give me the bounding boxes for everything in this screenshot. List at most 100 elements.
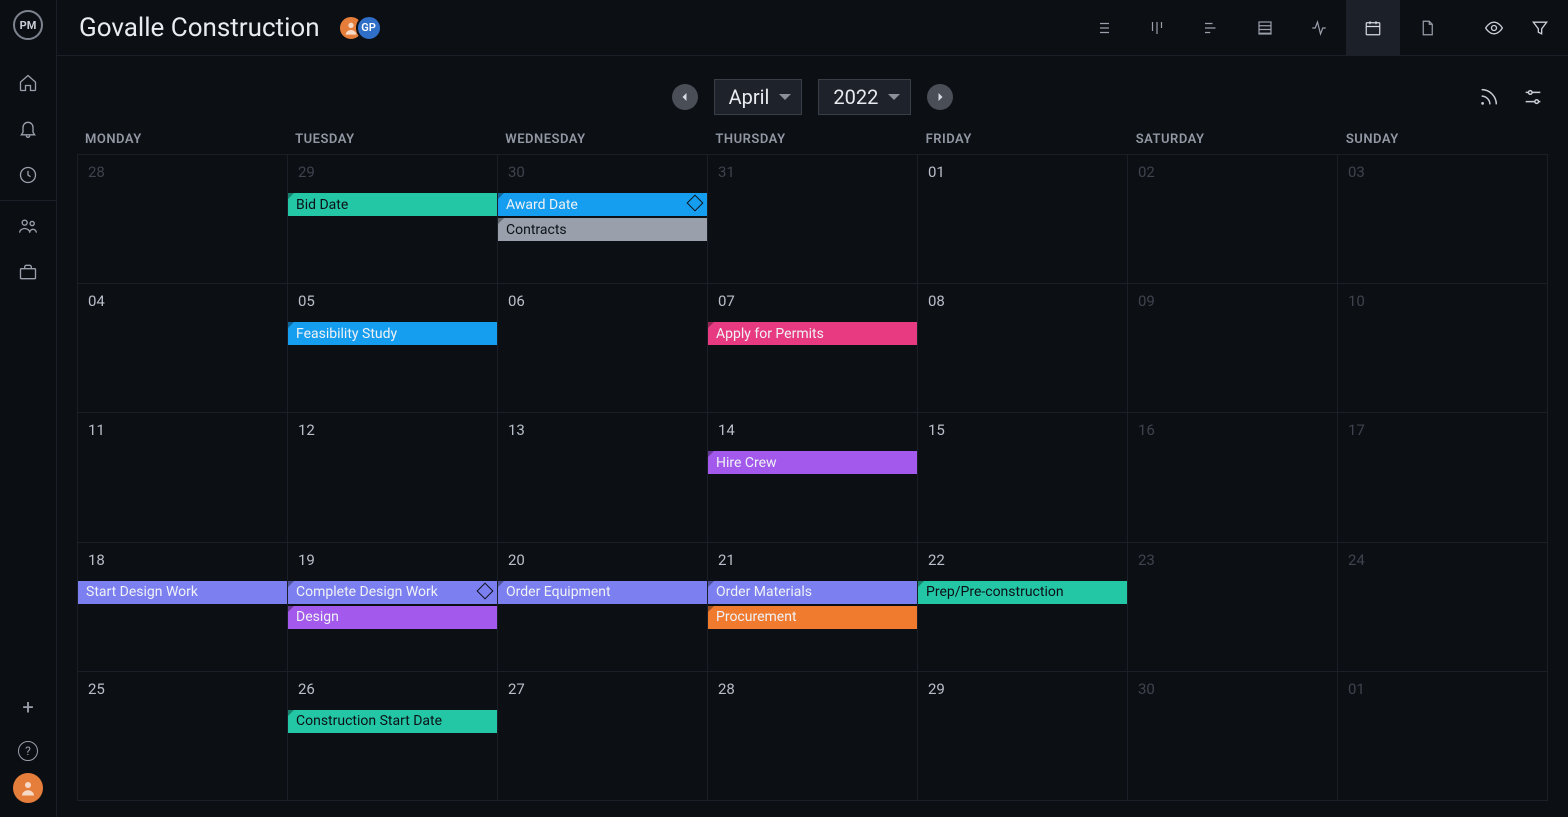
prev-month-button[interactable]	[672, 84, 698, 110]
list-view-tab[interactable]	[1076, 0, 1130, 56]
calendar-cell[interactable]: 08	[918, 284, 1128, 413]
calendar: MONDAYTUESDAYWEDNESDAYTHURSDAYFRIDAYSATU…	[57, 124, 1568, 817]
calendar-cell[interactable]: 01	[1338, 672, 1548, 801]
calendar-event[interactable]: Prep/Pre-construction	[918, 581, 1127, 604]
day-number: 28	[88, 163, 105, 181]
help-icon[interactable]: ?	[18, 741, 38, 761]
day-number: 01	[928, 163, 945, 181]
calendar-event[interactable]: Feasibility Study	[288, 322, 497, 345]
calendar-event[interactable]: Design	[288, 606, 497, 629]
calendar-cell[interactable]: 18 Start Design Work	[78, 543, 288, 672]
calendar-cell[interactable]: 31	[708, 155, 918, 284]
calendar-event[interactable]: Contracts	[498, 218, 707, 241]
sheet-view-tab[interactable]	[1238, 0, 1292, 56]
day-number: 01	[1348, 680, 1365, 698]
board-view-tab[interactable]	[1130, 0, 1184, 56]
calendar-cell[interactable]: 19Complete Design WorkDesign	[288, 543, 498, 672]
calendar-cell[interactable]: 28	[708, 672, 918, 801]
day-header: TUESDAY	[287, 132, 497, 147]
calendar-event[interactable]: Complete Design Work	[288, 581, 497, 604]
calendar-cell[interactable]: 11	[78, 413, 288, 542]
next-month-button[interactable]	[927, 84, 953, 110]
day-number: 05	[298, 292, 315, 310]
calendar-cell[interactable]: 04	[78, 284, 288, 413]
calendar-cell[interactable]: 15	[918, 413, 1128, 542]
calendar-cell[interactable]: 22Prep/Pre-construction	[918, 543, 1128, 672]
year-select[interactable]: 2022	[818, 79, 911, 115]
day-number: 28	[718, 680, 735, 698]
calendar-cell[interactable]: 09	[1128, 284, 1338, 413]
day-number: 09	[1138, 292, 1155, 310]
calendar-cell[interactable]: 10	[1338, 284, 1548, 413]
briefcase-icon[interactable]	[8, 249, 48, 295]
feed-icon[interactable]	[1478, 86, 1500, 108]
app-logo[interactable]: PM	[13, 10, 43, 40]
milestone-icon	[477, 582, 494, 599]
gantt-view-tab[interactable]	[1184, 0, 1238, 56]
day-number: 20	[508, 551, 525, 569]
calendar-cell[interactable]: 27	[498, 672, 708, 801]
settings-sliders-icon[interactable]	[1522, 86, 1544, 108]
calendar-controls: April 2022	[57, 70, 1568, 124]
people-icon[interactable]	[8, 203, 48, 249]
day-number: 12	[298, 421, 315, 439]
calendar-event[interactable]: Bid Date	[288, 193, 497, 216]
day-number: 18	[88, 551, 105, 569]
day-number: 06	[508, 292, 525, 310]
calendar-cell[interactable]: 21Order MaterialsProcurement	[708, 543, 918, 672]
calendar-cell[interactable]: 05 Feasibility Study	[288, 284, 498, 413]
calendar-cell[interactable]: 28	[78, 155, 288, 284]
calendar-view-tab[interactable]	[1346, 0, 1400, 56]
event-label: Procurement	[716, 609, 797, 625]
activity-view-tab[interactable]	[1292, 0, 1346, 56]
calendar-cell[interactable]: 02	[1128, 155, 1338, 284]
calendar-cell[interactable]: 17	[1338, 413, 1548, 542]
calendar-cell[interactable]: 03	[1338, 155, 1548, 284]
calendar-event[interactable]: Order Materials	[708, 581, 917, 604]
clock-icon[interactable]	[8, 152, 48, 198]
filter-icon[interactable]	[1530, 18, 1550, 38]
calendar-cell[interactable]: 07 Apply for Permits	[708, 284, 918, 413]
day-number: 07	[718, 292, 735, 310]
calendar-event[interactable]: Hire Crew	[708, 451, 917, 474]
calendar-event[interactable]: Procurement	[708, 606, 917, 629]
calendar-cell[interactable]: 30	[1128, 672, 1338, 801]
day-number: 14	[718, 421, 735, 439]
home-icon[interactable]	[8, 60, 48, 106]
calendar-event[interactable]: Start Design Work	[78, 581, 287, 604]
milestone-icon	[687, 195, 704, 212]
calendar-cell[interactable]: 20 Order Equipment	[498, 543, 708, 672]
files-view-tab[interactable]	[1400, 0, 1454, 56]
calendar-cell[interactable]: 16	[1128, 413, 1338, 542]
calendar-event[interactable]: Construction Start Date	[288, 710, 497, 733]
day-header: MONDAY	[77, 132, 287, 147]
event-label: Contracts	[506, 222, 567, 238]
calendar-cell[interactable]: 23	[1128, 543, 1338, 672]
calendar-cell[interactable]: 14 Hire Crew	[708, 413, 918, 542]
calendar-event[interactable]: Award Date	[498, 193, 707, 216]
calendar-cell[interactable]: 24	[1338, 543, 1548, 672]
calendar-cell[interactable]: 01	[918, 155, 1128, 284]
calendar-cell[interactable]: 30Award DateContracts	[498, 155, 708, 284]
calendar-cell[interactable]: 13	[498, 413, 708, 542]
bell-icon[interactable]	[8, 106, 48, 152]
calendar-cell[interactable]: 06	[498, 284, 708, 413]
calendar-cell[interactable]: 26Construction Start Date	[288, 672, 498, 801]
day-number: 02	[1138, 163, 1155, 181]
calendar-cell[interactable]: 12	[288, 413, 498, 542]
calendar-event[interactable]: Order Equipment	[498, 581, 707, 604]
avatar-stack[interactable]: GP	[338, 15, 382, 41]
topbar-right	[1484, 18, 1550, 38]
add-icon[interactable]: +	[22, 685, 33, 729]
event-label: Design	[296, 609, 339, 625]
avatar-2[interactable]: GP	[356, 15, 382, 41]
eye-icon[interactable]	[1484, 18, 1504, 38]
day-headers: MONDAYTUESDAYWEDNESDAYTHURSDAYFRIDAYSATU…	[77, 124, 1548, 154]
calendar-cell[interactable]: 29	[918, 672, 1128, 801]
calendar-cell[interactable]: 25	[78, 672, 288, 801]
user-avatar[interactable]	[13, 773, 43, 803]
calendar-event[interactable]: Apply for Permits	[708, 322, 917, 345]
project-title: Govalle Construction	[79, 13, 320, 43]
month-select[interactable]: April	[714, 79, 803, 115]
calendar-cell[interactable]: 29Bid Date	[288, 155, 498, 284]
